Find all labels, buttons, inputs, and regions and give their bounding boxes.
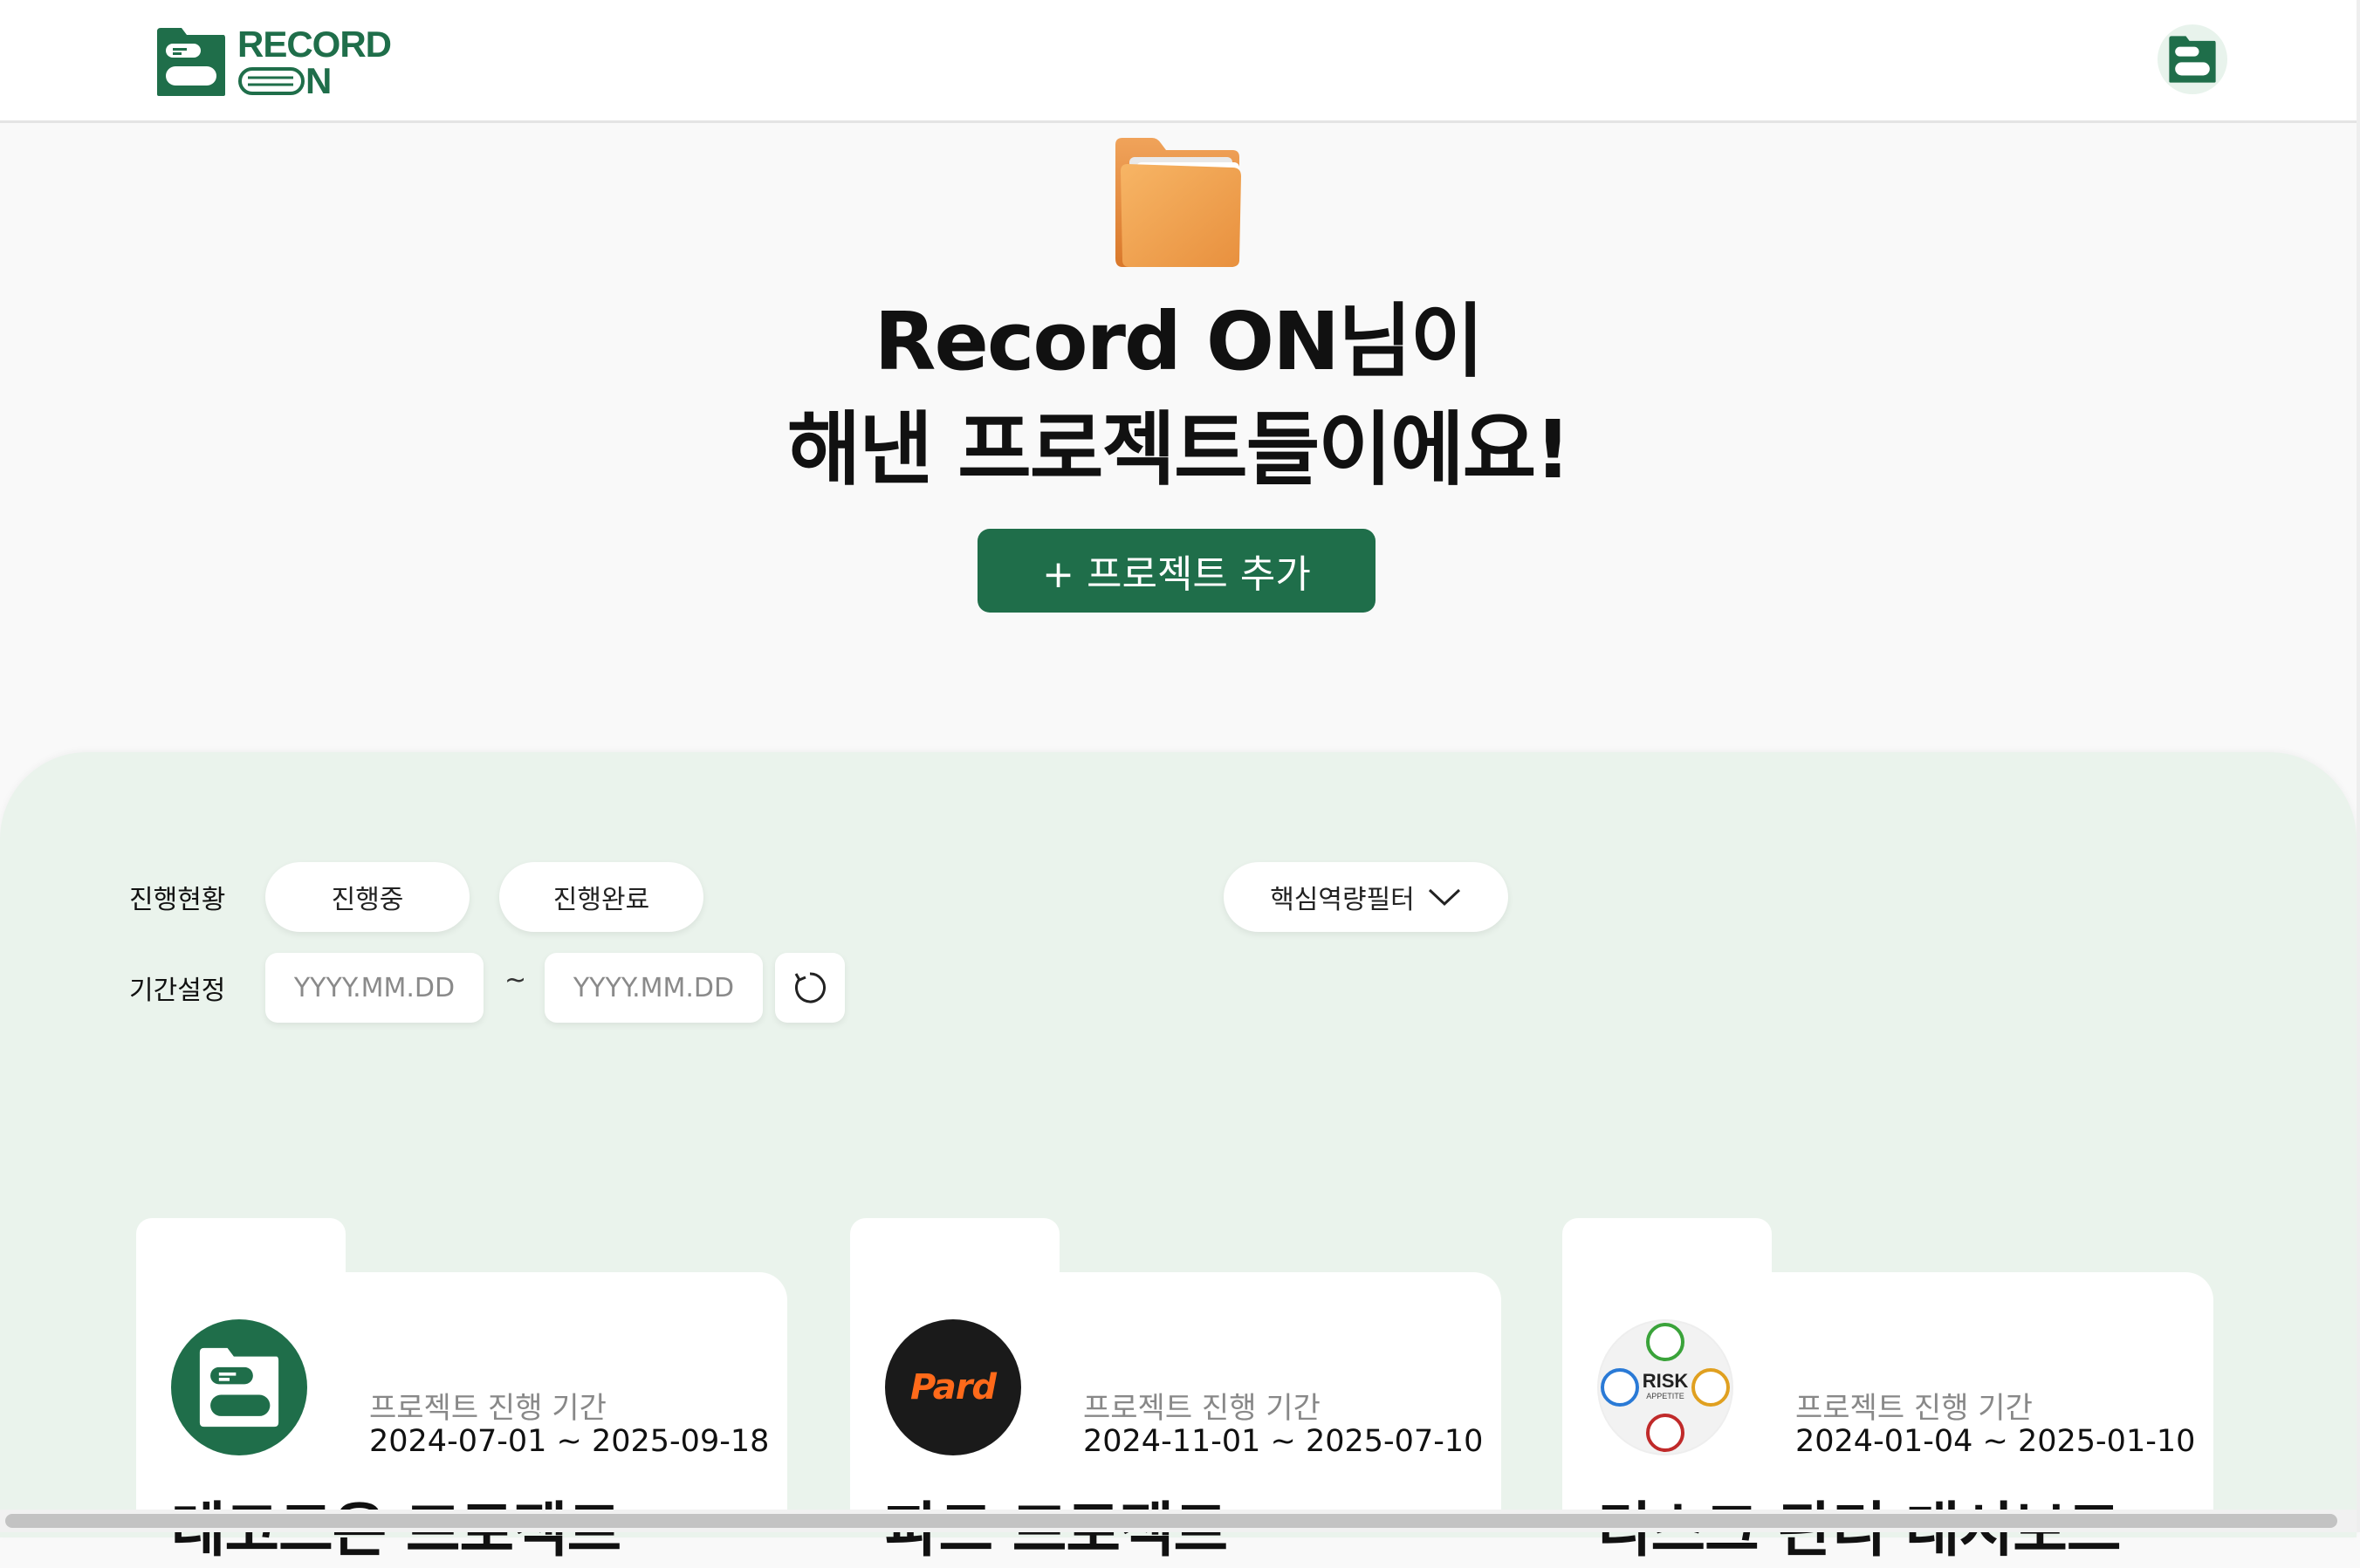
- record-on-logo[interactable]: RECORD N: [155, 24, 400, 99]
- status-in-progress-button[interactable]: 진행중: [265, 862, 470, 932]
- chevron-down-icon: [1428, 888, 1460, 907]
- pard-logo-text: Pard: [909, 1367, 997, 1407]
- project-period-label: 프로젝트 진행 기간: [1795, 1391, 2033, 1426]
- pard-logo: Pard: [885, 1319, 1021, 1455]
- record-on-logo-icon: [157, 28, 225, 96]
- top-header: RECORD N: [0, 0, 2357, 123]
- end-date-input[interactable]: [545, 953, 763, 1023]
- start-date-input[interactable]: [265, 953, 484, 1023]
- project-period-label: 프로젝트 진행 기간: [1083, 1391, 1321, 1426]
- status-filter-label: 진행현황: [129, 885, 226, 915]
- risk-logo-subtext: APPETITE: [1646, 1392, 1684, 1400]
- record-on-folder-icon: [2169, 36, 2216, 83]
- risk-logo-text: RISK: [1642, 1370, 1689, 1392]
- refresh-icon: [794, 972, 826, 1003]
- record-on-folder-icon: [199, 1347, 279, 1428]
- project-period: 2024-11-01 ~ 2025-07-10: [1083, 1424, 1484, 1459]
- horizontal-scrollbar-thumb[interactable]: [5, 1514, 2337, 1528]
- page-title: Record ON님이 해낸 프로젝트들이에요!: [0, 288, 2357, 504]
- risk-appetite-diagram: RISK APPETITE: [1597, 1319, 1733, 1455]
- period-filter-label: 기간설정: [129, 976, 226, 1006]
- project-card[interactable]: RISK APPETITE 프로젝트 진행 기간 2024-01-04 ~ 20…: [1562, 1218, 2213, 1565]
- page-title-line1: Record ON님이: [874, 295, 1485, 388]
- add-project-button[interactable]: + 프로젝트 추가: [978, 529, 1376, 613]
- reset-filter-button[interactable]: [775, 953, 845, 1023]
- competency-filter-dropdown[interactable]: 핵심역량필터: [1224, 862, 1508, 932]
- record-on-logo: [171, 1319, 307, 1455]
- profile-button[interactable]: [2158, 24, 2227, 94]
- project-card[interactable]: 프로젝트 진행 기간 2024-07-01 ~ 2025-09-18 레코드온 …: [136, 1218, 787, 1565]
- project-period: 2024-01-04 ~ 2025-01-10: [1795, 1424, 2196, 1459]
- project-period: 2024-07-01 ~ 2025-09-18: [369, 1424, 770, 1459]
- date-separator: ~: [504, 965, 527, 996]
- project-period-label: 프로젝트 진행 기간: [369, 1391, 607, 1426]
- project-card[interactable]: Pard 프로젝트 진행 기간 2024-11-01 ~ 2025-07-10 …: [850, 1218, 1501, 1565]
- horizontal-scrollbar[interactable]: [0, 1510, 2357, 1532]
- logo-line2: N: [305, 60, 332, 101]
- folder-icon: [1115, 138, 1241, 267]
- status-completed-button[interactable]: 진행완료: [499, 862, 703, 932]
- logo-line1: RECORD: [237, 24, 392, 65]
- page-title-line2: 해낸 프로젝트들이에요!: [786, 403, 1571, 496]
- competency-filter-label: 핵심역량필터: [1270, 885, 1415, 915]
- vertical-scrollbar[interactable]: [2357, 0, 2360, 1532]
- logo-o-icon: [238, 67, 305, 95]
